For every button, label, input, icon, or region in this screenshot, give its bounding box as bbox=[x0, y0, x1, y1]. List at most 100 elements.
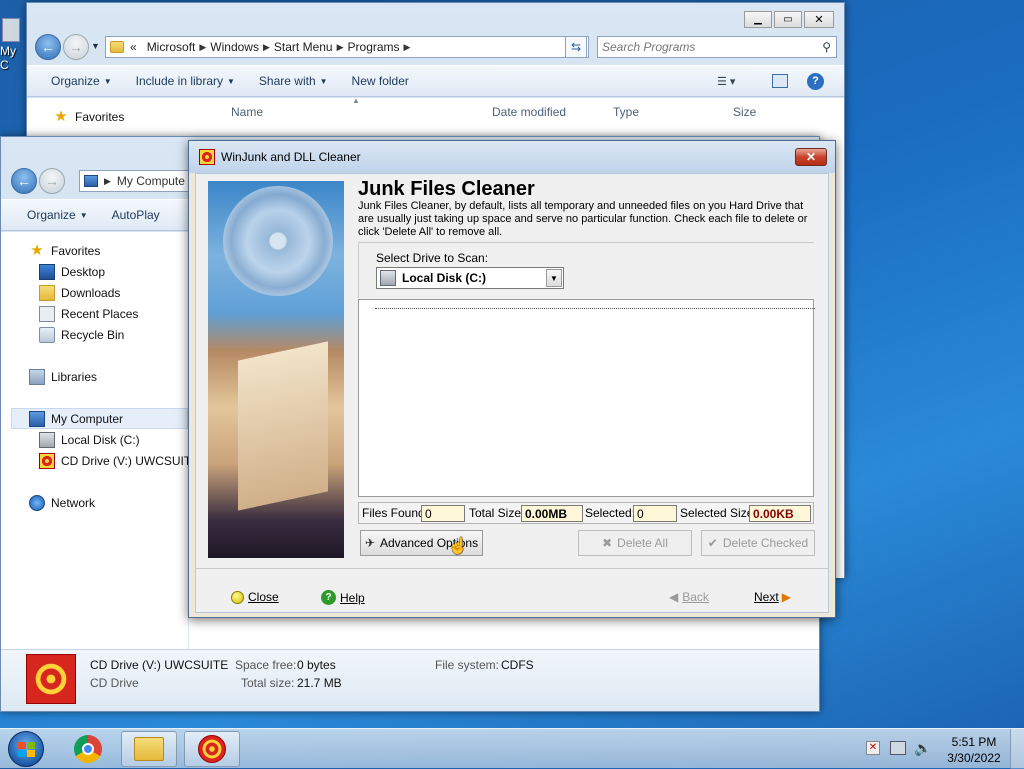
junk-files-list[interactable] bbox=[358, 299, 815, 497]
share-with-button[interactable]: Share with ▼ bbox=[247, 74, 340, 88]
organize-label: Organize bbox=[27, 208, 76, 222]
nav-recent-places[interactable]: Recent Places bbox=[1, 303, 188, 324]
nav-label: Network bbox=[51, 495, 96, 510]
tray-volume-icon[interactable]: 🔈 bbox=[914, 740, 931, 757]
column-name[interactable]: Name bbox=[231, 105, 263, 119]
new-folder-button[interactable]: New folder bbox=[340, 74, 421, 88]
nav-label: Downloads bbox=[61, 285, 121, 300]
help-icon[interactable]: ? bbox=[807, 73, 824, 90]
maximize-button[interactable]: ▭ bbox=[774, 11, 802, 28]
help-link[interactable]: ? Help bbox=[321, 590, 365, 605]
minimize-button[interactable]: ▁ bbox=[744, 11, 772, 28]
column-size[interactable]: Size bbox=[733, 105, 756, 119]
back-button[interactable]: ← bbox=[11, 168, 37, 194]
breadcrumb-item[interactable]: Start Menu bbox=[274, 40, 333, 54]
next-label: Next bbox=[754, 590, 779, 604]
drive-select-value: Local Disk (C:) bbox=[402, 271, 487, 285]
back-button[interactable]: ← bbox=[35, 34, 61, 60]
include-in-library-button[interactable]: Include in library ▼ bbox=[124, 74, 247, 88]
column-date-modified[interactable]: Date modified bbox=[492, 105, 566, 119]
breadcrumb-overflow[interactable]: « bbox=[130, 40, 137, 54]
close-link[interactable]: Close bbox=[231, 590, 279, 604]
address-bar[interactable]: ▶ My Compute bbox=[79, 170, 199, 192]
drive-select[interactable]: Local Disk (C:) ▼ bbox=[376, 267, 564, 289]
nav-network[interactable]: Network bbox=[1, 492, 188, 513]
close-button[interactable]: ✕ bbox=[804, 11, 834, 28]
breadcrumb-item[interactable]: Programs bbox=[348, 40, 400, 54]
downloads-folder-icon bbox=[39, 284, 55, 301]
address-text[interactable]: My Compute bbox=[117, 174, 185, 188]
footer-divider bbox=[196, 568, 828, 569]
taskbar-chrome-button[interactable] bbox=[60, 731, 116, 767]
computer-icon bbox=[84, 175, 98, 187]
breadcrumb-item[interactable]: Windows bbox=[210, 40, 259, 54]
total-size-label: Total size: bbox=[241, 676, 295, 690]
nav-label: Libraries bbox=[51, 369, 98, 384]
details-drive-kind: CD Drive bbox=[90, 676, 139, 690]
details-drive-name: CD Drive (V:) UWCSUITE bbox=[90, 658, 229, 672]
autoplay-button[interactable]: AutoPlay bbox=[100, 208, 172, 222]
refresh-button[interactable]: ⇆ bbox=[565, 36, 587, 58]
nav-favorites[interactable]: ★ Favorites bbox=[1, 240, 188, 261]
chevron-down-icon[interactable]: ▼ bbox=[546, 269, 562, 287]
taskbar-winjunk-button[interactable] bbox=[184, 731, 240, 767]
delete-all-button[interactable]: ✖ Delete All bbox=[578, 530, 692, 556]
tray-clock[interactable]: 5:51 PM 3/30/2022 bbox=[944, 734, 1004, 766]
tray-network-icon[interactable] bbox=[890, 741, 906, 755]
window-controls: ▁ ▭ ✕ bbox=[744, 11, 834, 28]
search-input[interactable]: Search Programs ⚲ bbox=[597, 36, 837, 58]
cleaner-description: Junk Files Cleaner, by default, lists al… bbox=[358, 200, 808, 238]
desktop-computer-icon[interactable]: My C bbox=[0, 18, 22, 78]
nav-desktop[interactable]: Desktop bbox=[1, 261, 188, 282]
taskbar-explorer-button[interactable] bbox=[121, 731, 177, 767]
windows-logo-icon bbox=[17, 741, 35, 757]
help-label: Help bbox=[340, 590, 365, 605]
next-nav-button[interactable]: Next ▶ bbox=[754, 590, 791, 604]
breadcrumb-item[interactable]: Microsoft bbox=[147, 40, 196, 54]
start-button[interactable] bbox=[8, 731, 44, 767]
column-type[interactable]: Type bbox=[613, 105, 639, 119]
breadcrumb-separator-icon[interactable]: ▶ bbox=[263, 42, 270, 53]
star-icon: ★ bbox=[30, 241, 44, 259]
close-label: Close bbox=[248, 590, 279, 604]
breadcrumb-separator-icon[interactable]: ▶ bbox=[104, 176, 111, 187]
delete-checked-button[interactable]: ✔ Delete Checked bbox=[701, 530, 815, 556]
breadcrumb-separator-icon[interactable]: ▶ bbox=[337, 42, 344, 53]
recent-pages-chevron-icon[interactable]: ▼ bbox=[91, 41, 100, 51]
selected-size-value: 0.00KB bbox=[749, 505, 811, 522]
organize-button[interactable]: Organize ▼ bbox=[39, 74, 124, 88]
search-icon[interactable]: ⚲ bbox=[822, 40, 831, 54]
drive-chassis-icon bbox=[238, 341, 328, 511]
winjunk-app-icon bbox=[198, 735, 226, 763]
preview-pane-icon[interactable] bbox=[772, 74, 788, 88]
nav-downloads[interactable]: Downloads bbox=[1, 282, 188, 303]
delete-all-label: Delete All bbox=[617, 536, 668, 550]
hard-disk-icon bbox=[39, 431, 55, 448]
nav-favorites[interactable]: ★ Favorites bbox=[27, 106, 217, 127]
recent-places-icon bbox=[39, 305, 55, 322]
nav-recycle-bin[interactable]: Recycle Bin bbox=[1, 324, 188, 345]
desktop-icon bbox=[39, 263, 55, 280]
chevron-down-icon: ▼ bbox=[103, 76, 112, 86]
recycle-bin-icon bbox=[39, 326, 55, 343]
organize-button[interactable]: Organize ▼ bbox=[15, 208, 100, 222]
nav-local-disk[interactable]: Local Disk (C:) bbox=[1, 429, 188, 450]
tray-flag-icon[interactable]: ✕ bbox=[866, 741, 880, 755]
delete-x-icon: ✖ bbox=[602, 536, 613, 550]
dialog-close-button[interactable]: ✕ bbox=[795, 148, 827, 166]
checkmark-icon: ✔ bbox=[707, 536, 718, 550]
nav-label: Local Disk (C:) bbox=[61, 432, 140, 447]
nav-my-computer[interactable]: My Computer bbox=[11, 408, 188, 429]
address-bar[interactable]: « Microsoft ▶ Windows ▶ Start Menu ▶ Progra… bbox=[105, 36, 589, 58]
nav-cd-drive[interactable]: CD Drive (V:) UWCSUITE bbox=[1, 450, 199, 471]
drive-select-label: Select Drive to Scan: bbox=[376, 251, 489, 265]
back-nav-button[interactable]: ◀ Back bbox=[669, 590, 709, 604]
views-button[interactable]: ☰ ▾ bbox=[717, 75, 735, 88]
show-desktop-button[interactable] bbox=[1010, 729, 1024, 769]
cd-drive-icon bbox=[39, 452, 55, 469]
forward-button[interactable]: → bbox=[63, 34, 89, 60]
nav-libraries[interactable]: Libraries bbox=[1, 366, 188, 387]
breadcrumb-separator-icon[interactable]: ▶ bbox=[404, 42, 411, 53]
breadcrumb-separator-icon[interactable]: ▶ bbox=[199, 42, 206, 53]
forward-button[interactable]: → bbox=[39, 168, 65, 194]
